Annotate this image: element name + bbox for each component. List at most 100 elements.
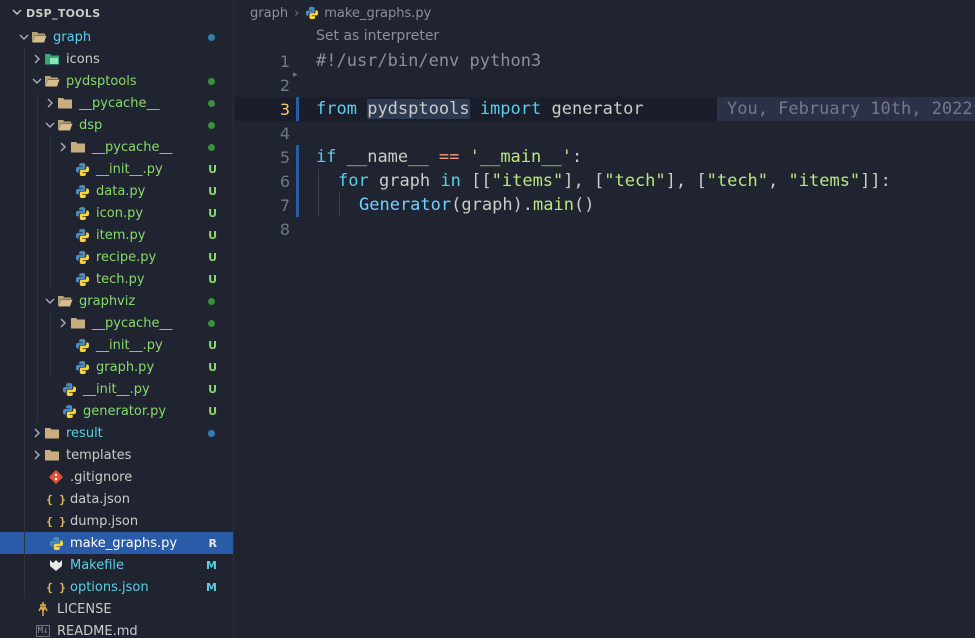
- git-added-gutter: [296, 145, 299, 169]
- code-line-5[interactable]: 5 if __name__ == '__main__':: [234, 145, 975, 169]
- tree-item-init-py[interactable]: __init__.py U: [0, 334, 233, 356]
- folder-icon: [31, 29, 47, 45]
- indent-guide: [24, 158, 25, 180]
- indent-guide: [24, 532, 25, 554]
- indent-guide: [24, 444, 25, 466]
- breadcrumb-file[interactable]: make_graphs.py: [324, 6, 431, 21]
- tree-item-readme-md[interactable]: M↓ README.md: [0, 620, 233, 638]
- chevron-right-icon[interactable]: [56, 318, 70, 328]
- tree-item-tech-py[interactable]: tech.py U: [0, 268, 233, 290]
- tree-item-recipe-py[interactable]: recipe.py U: [0, 246, 233, 268]
- chevron-right-icon[interactable]: [30, 450, 44, 460]
- tree-item-options-json[interactable]: { } options.json M: [0, 576, 233, 598]
- tree-item-label: .gitignore: [70, 469, 133, 485]
- git-added-gutter: [296, 169, 299, 193]
- chevron-down-icon[interactable]: [30, 76, 44, 86]
- indent-guide: [37, 312, 38, 334]
- tree-item-pydsptools[interactable]: pydsptools: [0, 70, 233, 92]
- tree-item-graph[interactable]: graph: [0, 26, 233, 48]
- for-statement: for graph in [["items"], ["tech"], ["tec…: [338, 171, 891, 191]
- code-line-1[interactable]: 1 #!/usr/bin/env python3: [234, 49, 975, 73]
- indent-guide: [37, 158, 38, 180]
- tree-item-pycache[interactable]: __pycache__: [0, 312, 233, 334]
- tree-item-pycache[interactable]: __pycache__: [0, 92, 233, 114]
- git-status-badge: U: [208, 382, 217, 396]
- indent-guide: [37, 378, 38, 400]
- tree-item-init-py[interactable]: __init__.py U: [0, 158, 233, 180]
- tree-item-graphviz[interactable]: graphviz: [0, 290, 233, 312]
- git-status-dot: [208, 429, 215, 437]
- tree-item-label: icon.py: [96, 205, 144, 221]
- git-modified-gutter: [296, 97, 299, 121]
- indent-guide: [24, 378, 25, 400]
- tree-item-makefile[interactable]: Makefile M: [0, 554, 233, 576]
- chevron-right-icon[interactable]: [43, 98, 57, 108]
- json-braces-icon: { }: [46, 514, 66, 528]
- tree-item-label: tech.py: [96, 271, 145, 287]
- chevron-down-icon[interactable]: [17, 32, 31, 42]
- tree-item-graph-py[interactable]: graph.py U: [0, 356, 233, 378]
- code-line-6[interactable]: 6 for graph in [["items"], ["tech"], ["t…: [234, 169, 975, 193]
- tree-item-data-py[interactable]: data.py U: [0, 180, 233, 202]
- tree-item-label: __pycache__: [92, 315, 173, 331]
- tree-item-pycache[interactable]: __pycache__: [0, 136, 233, 158]
- tree-item-templates[interactable]: templates: [0, 444, 233, 466]
- indent-guide: [37, 356, 38, 378]
- chevron-right-icon[interactable]: [30, 428, 44, 438]
- git-status-dot: [208, 143, 215, 151]
- tree-item-label: LICENSE: [57, 601, 112, 617]
- breadcrumb-folder[interactable]: graph: [250, 6, 288, 21]
- chevron-down-icon[interactable]: [43, 296, 57, 306]
- tree-item-init-py[interactable]: __init__.py U: [0, 378, 233, 400]
- indent-guide: [24, 290, 25, 312]
- codelens-set-interpreter[interactable]: Set as interpreter: [316, 28, 439, 44]
- indent-guide: [37, 400, 38, 422]
- line-number: 6: [279, 171, 290, 191]
- tree-item-label: make_graphs.py: [70, 535, 178, 551]
- indent-guide: [24, 246, 25, 268]
- chevron-down-icon[interactable]: [43, 120, 57, 130]
- code-line-7[interactable]: 7 Generator(graph).main(): [234, 193, 975, 217]
- chevron-down-icon: [12, 7, 26, 20]
- code-line-2[interactable]: 2: [234, 73, 975, 97]
- chevron-right-icon[interactable]: [56, 142, 70, 152]
- tree-item-generator-py[interactable]: generator.py U: [0, 400, 233, 422]
- git-status-dot: [208, 319, 215, 327]
- git-status-badge: U: [208, 250, 217, 264]
- explorer-root-header[interactable]: DSP_TOOLS: [0, 0, 233, 26]
- tree-item-icons[interactable]: icons: [0, 48, 233, 70]
- indent-guide: [339, 193, 340, 217]
- tree-item-label: recipe.py: [96, 249, 157, 265]
- indent-guide: [37, 224, 38, 246]
- python-icon: [61, 381, 77, 397]
- code-line-4[interactable]: 4: [234, 121, 975, 145]
- tree-item-icon-py[interactable]: icon.py U: [0, 202, 233, 224]
- tree-item-item-py[interactable]: item.py U: [0, 224, 233, 246]
- tree-item-dsp[interactable]: dsp: [0, 114, 233, 136]
- python-icon: [74, 205, 90, 221]
- indent-guide: [50, 246, 51, 268]
- git-status-badge: U: [208, 184, 217, 198]
- chevron-right-icon[interactable]: [30, 54, 44, 64]
- license-icon: [35, 601, 51, 617]
- indent-guide: [37, 202, 38, 224]
- indent-guide: [37, 334, 38, 356]
- indent-guide: [37, 246, 38, 268]
- indent-guide: [37, 136, 38, 158]
- code-line-8[interactable]: 8: [234, 217, 975, 241]
- line-number: 4: [279, 123, 290, 143]
- tree-item-make-graphs-py[interactable]: make_graphs.py R: [0, 532, 233, 554]
- tree-item-gitignore[interactable]: .gitignore: [0, 466, 233, 488]
- python-icon: [74, 359, 90, 375]
- tree-item-license[interactable]: LICENSE: [0, 598, 233, 620]
- indent-guide: [37, 290, 38, 312]
- git-blame-annotation: You, February 10th, 2022: [717, 97, 975, 121]
- tree-item-result[interactable]: result: [0, 422, 233, 444]
- tree-item-dump-json[interactable]: { } dump.json: [0, 510, 233, 532]
- tree-item-data-json[interactable]: { } data.json: [0, 488, 233, 510]
- python-icon: [74, 337, 90, 353]
- image-folder-icon: [44, 51, 60, 67]
- python-icon: [74, 183, 90, 199]
- tree-item-label: dump.json: [70, 513, 139, 529]
- python-icon: [74, 227, 90, 243]
